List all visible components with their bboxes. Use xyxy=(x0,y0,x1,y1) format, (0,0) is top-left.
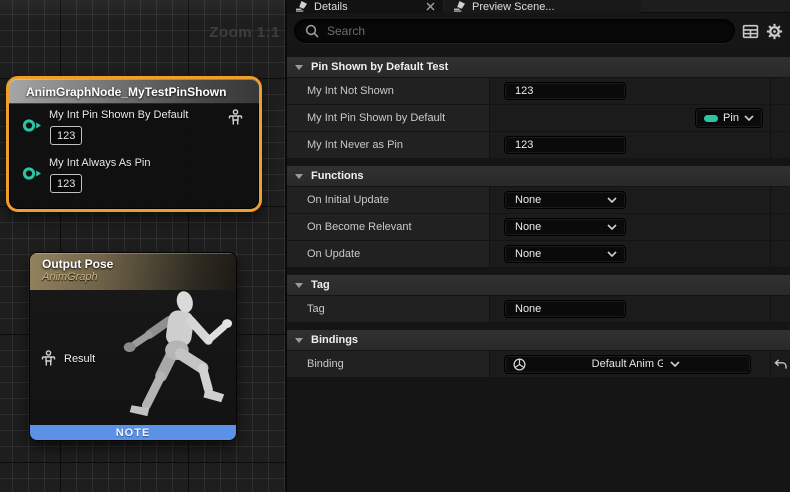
tab-details[interactable]: Details xyxy=(287,0,443,13)
chevron-down-icon xyxy=(295,338,303,343)
section-tag: Tag Tag None xyxy=(287,275,790,323)
reset-to-default-icon[interactable] xyxy=(774,359,787,370)
details-panel: Details Preview Scene... xyxy=(285,0,790,492)
property-row-on-update: On Update None xyxy=(287,241,790,268)
close-icon[interactable] xyxy=(426,2,435,11)
chevron-down-icon xyxy=(744,115,754,121)
preview-scene-tab-icon xyxy=(453,1,466,12)
node-title-bar[interactable]: Output Pose AnimGraph xyxy=(30,253,236,290)
pin-label: My Int Pin Shown By Default xyxy=(49,109,188,121)
note-label: NOTE xyxy=(116,427,151,439)
chevron-down-icon xyxy=(295,65,303,70)
anim-graph-node-mytestpinshown[interactable]: AnimGraphNode_MyTestPinShown My Int Pin … xyxy=(6,76,262,212)
property-row-my-int-pin-shown-by-default: My Int Pin Shown by Default Pin xyxy=(287,105,790,132)
section-header[interactable]: Functions xyxy=(287,166,790,187)
search-input[interactable] xyxy=(327,24,724,38)
pin-default-value[interactable]: 123 xyxy=(50,174,82,193)
function-dropdown[interactable]: None xyxy=(504,245,626,263)
output-pose-node[interactable]: Output Pose AnimGraph xyxy=(29,252,237,441)
node-title: Output Pose xyxy=(42,257,236,271)
binding-class-icon xyxy=(513,358,585,371)
note-banner[interactable]: NOTE xyxy=(30,425,236,440)
property-list: Pin Shown by Default Test My Int Not Sho… xyxy=(287,49,790,378)
pose-pin-icon xyxy=(41,350,56,367)
pin-mode-dropdown[interactable]: Pin xyxy=(695,108,763,128)
display-filter-icon[interactable] xyxy=(742,23,759,40)
gear-icon[interactable] xyxy=(766,23,783,40)
chevron-down-icon xyxy=(295,174,303,179)
details-toolbar xyxy=(287,13,790,49)
result-pin[interactable]: Result xyxy=(41,350,95,367)
chevron-down-icon xyxy=(295,283,303,288)
function-dropdown[interactable]: None xyxy=(504,191,626,209)
function-dropdown[interactable]: None xyxy=(504,218,626,236)
tab-preview-scene[interactable]: Preview Scene... xyxy=(445,0,641,13)
section-header[interactable]: Bindings xyxy=(287,330,790,351)
zoom-indicator: Zoom 1:1 xyxy=(209,24,280,41)
section-pin-shown-by-default-test: Pin Shown by Default Test My Int Not Sho… xyxy=(287,57,790,159)
node-title: AnimGraphNode_MyTestPinShown xyxy=(26,85,226,99)
node-title-bar[interactable]: AnimGraphNode_MyTestPinShown xyxy=(9,79,259,104)
int-value-field[interactable]: 123 xyxy=(504,136,626,154)
int-pin-icon[interactable] xyxy=(22,166,43,181)
search-box[interactable] xyxy=(294,19,735,43)
tag-text-field[interactable]: None xyxy=(504,300,626,318)
section-header[interactable]: Tag xyxy=(287,275,790,296)
property-row-on-become-relevant: On Become Relevant None xyxy=(287,214,790,241)
node-subtitle: AnimGraph xyxy=(42,271,236,283)
chevron-down-icon xyxy=(607,251,617,257)
running-mannequin-image xyxy=(108,289,236,427)
int-pin-icon[interactable] xyxy=(22,118,43,133)
tab-label: Details xyxy=(314,1,420,13)
property-row-my-int-never-as-pin: My Int Never as Pin 123 xyxy=(287,132,790,159)
int-value-field[interactable]: 123 xyxy=(504,82,626,100)
section-functions: Functions On Initial Update None xyxy=(287,166,790,268)
pin-label: My Int Always As Pin xyxy=(49,157,150,169)
property-row-binding: Binding Default Anim Graph Node Binding xyxy=(287,351,790,378)
property-row-my-int-not-shown: My Int Not Shown 123 xyxy=(287,78,790,105)
pin-icon xyxy=(704,115,718,122)
anim-graph-canvas[interactable]: Zoom 1:1 AnimGraphNode_MyTestPinShown My… xyxy=(0,0,285,492)
chevron-down-icon xyxy=(670,361,742,367)
property-row-on-initial-update: On Initial Update None xyxy=(287,187,790,214)
chevron-down-icon xyxy=(607,197,617,203)
panel-tab-strip: Details Preview Scene... xyxy=(287,0,790,13)
section-bindings: Bindings Binding Default Anim Gr xyxy=(287,330,790,378)
binding-dropdown[interactable]: Default Anim Graph Node Binding xyxy=(504,355,751,374)
property-row-tag: Tag None xyxy=(287,296,790,323)
search-icon xyxy=(305,24,319,38)
details-tab-icon xyxy=(295,1,308,12)
result-pin-label: Result xyxy=(64,353,95,365)
section-header[interactable]: Pin Shown by Default Test xyxy=(287,57,790,78)
anim-blueprint-editor: Zoom 1:1 AnimGraphNode_MyTestPinShown My… xyxy=(0,0,790,492)
pin-default-value[interactable]: 123 xyxy=(50,126,82,145)
tab-label: Preview Scene... xyxy=(472,1,555,13)
pose-output-pin-icon[interactable] xyxy=(228,109,243,126)
chevron-down-icon xyxy=(607,224,617,230)
